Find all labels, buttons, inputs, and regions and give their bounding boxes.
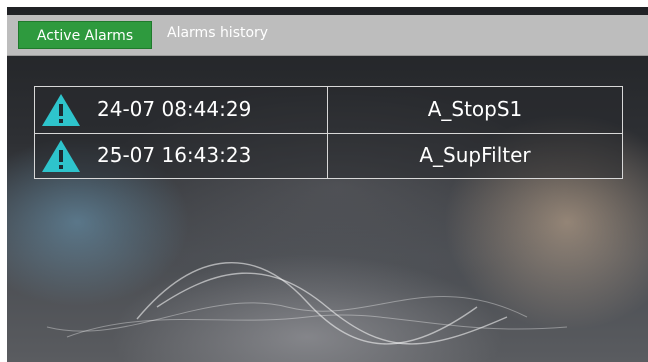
alarm-timestamp: 24-07 08:44:29 bbox=[97, 97, 252, 121]
active-alarms-table: 24-07 08:44:29 A_StopS1 25-07 16:43:23 A… bbox=[34, 86, 623, 179]
alarm-row[interactable]: 25-07 16:43:23 A_SupFilter bbox=[35, 133, 622, 178]
alarm-row[interactable]: 24-07 08:44:29 A_StopS1 bbox=[35, 87, 622, 134]
alarm-name: A_SupFilter bbox=[419, 143, 531, 167]
alarm-time-cell: 25-07 16:43:23 bbox=[35, 133, 328, 178]
tab-active-alarms[interactable]: Active Alarms bbox=[18, 21, 152, 49]
tab-alarms-history[interactable]: Alarms history bbox=[157, 19, 278, 47]
alarm-name-cell: A_SupFilter bbox=[328, 133, 622, 178]
alarm-time-cell: 24-07 08:44:29 bbox=[35, 87, 328, 133]
alarm-screen: Active Alarms Alarms history 24-07 08:44… bbox=[7, 7, 648, 362]
decorative-waves bbox=[46, 262, 568, 345]
alarm-name: A_StopS1 bbox=[427, 97, 523, 121]
warning-icon bbox=[42, 140, 80, 172]
alarm-timestamp: 25-07 16:43:23 bbox=[97, 143, 252, 167]
tab-bar: Active Alarms Alarms history bbox=[7, 15, 648, 56]
warning-icon bbox=[42, 94, 80, 126]
alarm-name-cell: A_StopS1 bbox=[328, 87, 622, 133]
